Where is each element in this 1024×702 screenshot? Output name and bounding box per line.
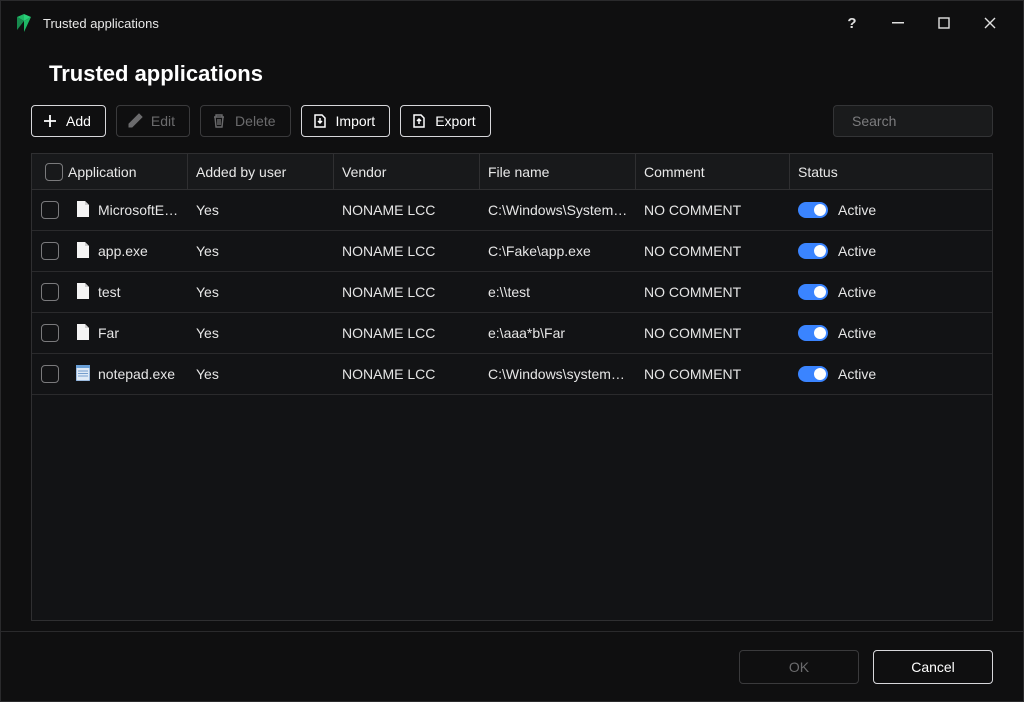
page-title: Trusted applications <box>49 61 993 87</box>
import-button[interactable]: Import <box>301 105 391 137</box>
delete-button-label: Delete <box>235 113 275 129</box>
status-label: Active <box>838 366 876 382</box>
status-toggle[interactable] <box>798 243 828 259</box>
search-input[interactable] <box>852 113 1024 129</box>
edit-button: Edit <box>116 105 190 137</box>
file-icon <box>76 242 90 261</box>
status-label: Active <box>838 243 876 259</box>
trash-icon <box>211 113 227 129</box>
status-toggle[interactable] <box>798 325 828 341</box>
cell-file-name: C:\Windows\system… <box>480 366 636 382</box>
cell-added-by-user: Yes <box>188 284 334 300</box>
cell-application: notepad.exe <box>98 366 175 382</box>
status-label: Active <box>838 202 876 218</box>
row-checkbox[interactable] <box>41 324 59 342</box>
minimize-button[interactable] <box>875 3 921 43</box>
cell-comment: NO COMMENT <box>636 202 790 218</box>
status-toggle[interactable] <box>798 284 828 300</box>
cell-vendor: NONAME LCC <box>334 243 480 259</box>
table-header: Application Added by user Vendor File na… <box>32 154 992 190</box>
add-button[interactable]: Add <box>31 105 106 137</box>
help-button[interactable]: ? <box>829 3 875 43</box>
edit-button-label: Edit <box>151 113 175 129</box>
import-button-label: Import <box>336 113 376 129</box>
close-button[interactable] <box>967 3 1013 43</box>
table: Application Added by user Vendor File na… <box>31 153 993 621</box>
search-box[interactable] <box>833 105 993 137</box>
plus-icon <box>42 113 58 129</box>
col-added-by-user[interactable]: Added by user <box>188 154 334 189</box>
status-toggle[interactable] <box>798 366 828 382</box>
table-row[interactable]: Far YesNONAME LCCe:\aaa*b\FarNO COMMENT Ac… <box>32 313 992 354</box>
cell-file-name: C:\Windows\System… <box>480 202 636 218</box>
export-button-label: Export <box>435 113 475 129</box>
cell-comment: NO COMMENT <box>636 325 790 341</box>
titlebar: Trusted applications ? <box>1 1 1023 45</box>
app-logo-icon <box>15 14 33 32</box>
cell-application: MicrosoftEdg… <box>98 202 180 218</box>
cancel-button[interactable]: Cancel <box>873 650 993 684</box>
cell-file-name: e:\aaa*b\Far <box>480 325 636 341</box>
cell-added-by-user: Yes <box>188 202 334 218</box>
maximize-button[interactable] <box>921 3 967 43</box>
cell-application: Far <box>98 325 119 341</box>
import-icon <box>312 113 328 129</box>
cell-application: app.exe <box>98 243 148 259</box>
cell-added-by-user: Yes <box>188 325 334 341</box>
select-all-checkbox[interactable] <box>45 163 63 181</box>
ok-button: OK <box>739 650 859 684</box>
pencil-icon <box>127 113 143 129</box>
cell-vendor: NONAME LCC <box>334 284 480 300</box>
table-row[interactable]: test YesNONAME LCCe:\\testNO COMMENT Activ… <box>32 272 992 313</box>
status-toggle[interactable] <box>798 202 828 218</box>
cell-added-by-user: Yes <box>188 243 334 259</box>
cell-comment: NO COMMENT <box>636 243 790 259</box>
toolbar: Add Edit Delete Import Export <box>31 105 993 137</box>
col-status[interactable]: Status <box>790 154 992 189</box>
status-label: Active <box>838 325 876 341</box>
add-button-label: Add <box>66 113 91 129</box>
row-checkbox[interactable] <box>41 201 59 219</box>
col-vendor[interactable]: Vendor <box>334 154 480 189</box>
row-checkbox[interactable] <box>41 242 59 260</box>
table-row[interactable]: notepad.exe YesNONAME LCCC:\Windows\syste… <box>32 354 992 395</box>
cell-added-by-user: Yes <box>188 366 334 382</box>
cell-file-name: C:\Fake\app.exe <box>480 243 636 259</box>
delete-button: Delete <box>200 105 290 137</box>
row-checkbox[interactable] <box>41 365 59 383</box>
col-application[interactable]: Application <box>68 154 188 189</box>
file-icon <box>76 201 90 220</box>
export-icon <box>411 113 427 129</box>
table-row[interactable]: MicrosoftEdg… YesNONAME LCCC:\Windows\Sys… <box>32 190 992 231</box>
cell-vendor: NONAME LCC <box>334 202 480 218</box>
cell-application: test <box>98 284 121 300</box>
window-title: Trusted applications <box>43 16 159 31</box>
status-label: Active <box>838 284 876 300</box>
table-body: MicrosoftEdg…YesNONAME LCCC:\Windows\Sys… <box>32 190 992 620</box>
export-button[interactable]: Export <box>400 105 490 137</box>
cell-comment: NO COMMENT <box>636 284 790 300</box>
window: Trusted applications ? Trusted applicati… <box>0 0 1024 702</box>
file-icon <box>76 324 90 343</box>
row-checkbox[interactable] <box>41 283 59 301</box>
col-comment[interactable]: Comment <box>636 154 790 189</box>
table-row[interactable]: app.exe YesNONAME LCCC:\Fake\app.exeNO CO… <box>32 231 992 272</box>
cell-vendor: NONAME LCC <box>334 366 480 382</box>
cell-file-name: e:\\test <box>480 284 636 300</box>
cell-vendor: NONAME LCC <box>334 325 480 341</box>
file-icon <box>76 283 90 302</box>
cell-comment: NO COMMENT <box>636 366 790 382</box>
footer: OK Cancel <box>1 631 1023 701</box>
col-file-name[interactable]: File name <box>480 154 636 189</box>
file-icon <box>76 365 90 384</box>
content-area: Trusted applications Add Edit Delete Imp… <box>1 45 1023 631</box>
